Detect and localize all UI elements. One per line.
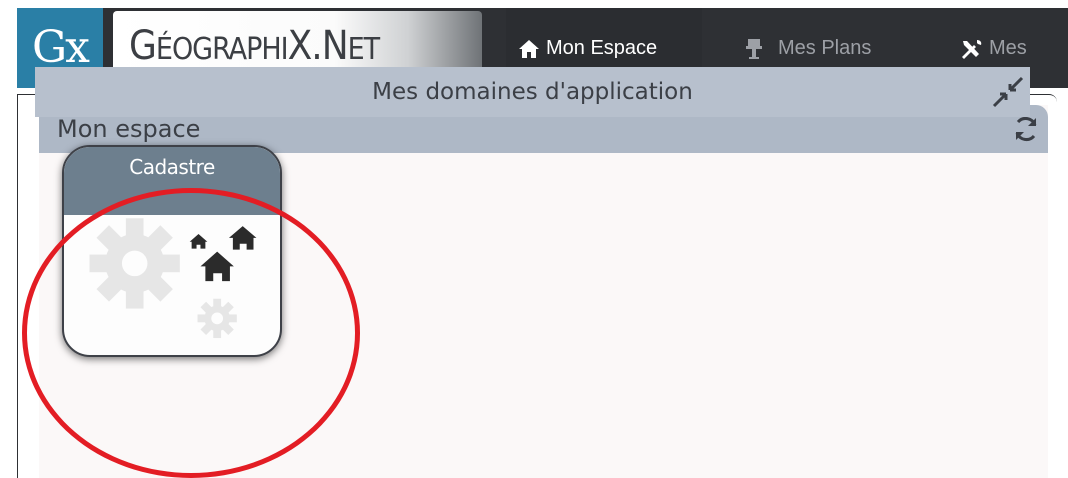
brand-part-2: ÉOGRAPHI xyxy=(155,32,289,67)
section-header[interactable]: Mes domaines d'application xyxy=(35,67,1030,117)
nav-item-label: Mes Plans xyxy=(778,37,872,59)
brand-part-1: G xyxy=(129,23,157,69)
brand-part-5: ET xyxy=(347,32,381,67)
section-title: Mes domaines d'application xyxy=(372,79,693,105)
nav-item-label: Mon Espace xyxy=(546,37,658,59)
collapse-icon[interactable] xyxy=(992,76,1024,108)
home-icon xyxy=(519,39,539,58)
tile-label: Cadastre xyxy=(129,155,215,179)
logo-mark-text: Gx xyxy=(32,22,90,73)
tile-header: Cadastre xyxy=(64,147,280,215)
domain-tile-cadastre[interactable]: Cadastre xyxy=(62,145,282,357)
nav-item-label: Mes xyxy=(989,37,1027,59)
refresh-icon[interactable] xyxy=(1012,115,1040,143)
tools-icon xyxy=(962,39,982,59)
brand-part-4: .N xyxy=(311,23,348,69)
plans-icon xyxy=(746,38,762,59)
brand-part-3: X xyxy=(287,23,313,69)
cadastre-icon xyxy=(89,218,257,339)
